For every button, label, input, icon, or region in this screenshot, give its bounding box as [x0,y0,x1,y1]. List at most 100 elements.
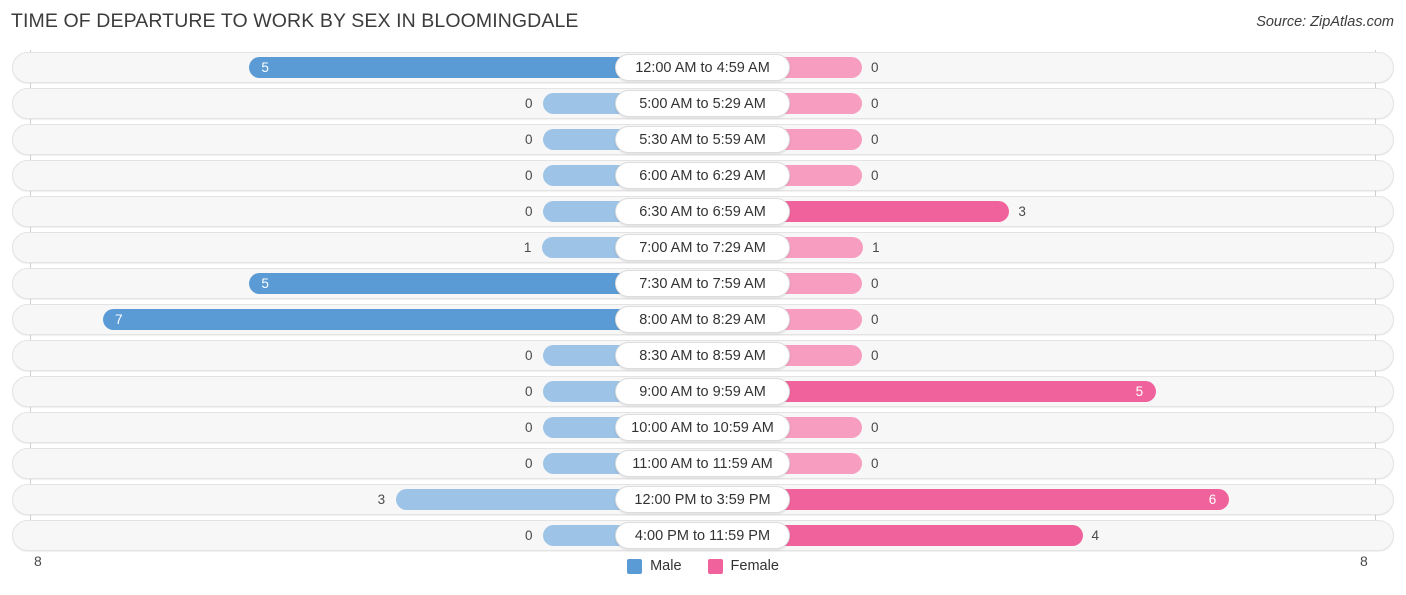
legend-swatch-icon [627,558,643,574]
male-bar[interactable] [249,273,621,294]
legend-swatch-icon [707,558,723,574]
category-label-pill: 7:00 AM to 7:29 AM [615,234,790,261]
male-value-label: 3 [377,492,386,507]
category-label-pill: 6:30 AM to 6:59 AM [615,198,790,225]
female-value-label: 3 [1018,204,1026,219]
male-value-label: 5 [261,60,269,75]
category-label: 4:00 PM to 11:59 PM [634,527,771,544]
category-label: 11:00 AM to 11:59 AM [632,455,773,472]
female-value-label: 0 [871,96,879,111]
chart-row: 0 3 6:30 AM to 6:59 AM [0,194,1406,230]
male-value-label: 0 [525,456,533,471]
female-bar[interactable] [784,525,1083,546]
category-label: 7:00 AM to 7:29 AM [639,239,766,256]
category-label-pill: 5:30 AM to 5:59 AM [615,126,790,153]
male-bar[interactable] [249,57,621,78]
male-bar[interactable] [543,345,621,366]
female-value-label: 1 [872,240,880,255]
source-attribution: Source: ZipAtlas.com [1256,14,1394,30]
chart-row: 7 0 8:00 AM to 8:29 AM [0,302,1406,338]
category-label-pill: 8:00 AM to 8:29 AM [615,306,790,333]
female-value-label: 0 [871,132,879,147]
female-bar[interactable] [784,309,862,330]
male-value-label: 0 [525,204,533,219]
legend-label: Male [650,558,682,574]
chart-plot-area: 5 0 12:00 AM to 4:59 AM 0 0 5:00 AM to 5:29 A… [0,46,1406,553]
chart-row: 0 0 6:00 AM to 6:29 AM [0,158,1406,194]
male-value-label: 1 [523,240,532,255]
male-value-label: 0 [525,348,533,363]
chart-row: 0 0 11:00 AM to 11:59 AM [0,446,1406,482]
female-value-label: 0 [871,168,879,183]
male-value-label: 0 [525,132,533,147]
female-bar[interactable] [784,453,862,474]
category-label: 8:30 AM to 8:59 AM [639,347,766,364]
female-bar[interactable] [784,57,862,78]
male-bar[interactable] [543,453,621,474]
category-label: 6:00 AM to 6:29 AM [639,167,766,184]
male-value-label: 0 [525,96,533,111]
male-value-label: 0 [525,420,533,435]
category-label-pill: 6:00 AM to 6:29 AM [615,162,790,189]
chart-row: 0 5 9:00 AM to 9:59 AM [0,374,1406,410]
chart-row: 0 0 5:30 AM to 5:59 AM [0,122,1406,158]
male-value-label: 0 [525,528,533,543]
female-bar[interactable] [784,345,862,366]
female-bar[interactable] [784,381,1156,402]
female-bar[interactable] [784,417,862,438]
female-bar[interactable] [784,201,1010,222]
category-label: 9:00 AM to 9:59 AM [639,383,766,400]
category-label-pill: 10:00 AM to 10:59 AM [615,414,790,441]
female-value-label: 0 [871,420,879,435]
chart-row: 0 0 8:30 AM to 8:59 AM [0,338,1406,374]
male-bar[interactable] [543,93,621,114]
category-label: 5:00 AM to 5:29 AM [639,95,766,112]
female-bar[interactable] [784,489,1229,510]
legend-item-male[interactable]: Male [627,558,682,574]
male-bar[interactable] [543,201,621,222]
chart-row: 0 0 5:00 AM to 5:29 AM [0,86,1406,122]
female-value-label: 0 [871,276,879,291]
chart-row: 0 4 4:00 PM to 11:59 PM [0,518,1406,554]
chart-header: TIME OF DEPARTURE TO WORK BY SEX IN BLOO… [0,0,1406,46]
female-bar[interactable] [784,93,862,114]
male-bar[interactable] [543,525,621,546]
chart-row: 5 0 12:00 AM to 4:59 AM [0,50,1406,86]
male-bar[interactable] [543,129,621,150]
chart-row: 5 0 7:30 AM to 7:59 AM [0,266,1406,302]
chart-legend: Male Female [0,558,1406,574]
category-label: 7:30 AM to 7:59 AM [639,275,766,292]
category-label: 10:00 AM to 10:59 AM [631,419,774,436]
male-bar[interactable] [543,417,621,438]
page-title: TIME OF DEPARTURE TO WORK BY SEX IN BLOO… [11,10,579,32]
category-label-pill: 7:30 AM to 7:59 AM [615,270,790,297]
chart-rows: 5 0 12:00 AM to 4:59 AM 0 0 5:00 AM to 5:29 A… [0,50,1406,554]
male-bar[interactable] [543,165,621,186]
male-bar[interactable] [541,237,621,258]
female-bar[interactable] [784,237,864,258]
category-label-pill: 8:30 AM to 8:59 AM [615,342,790,369]
male-bar[interactable] [543,381,621,402]
category-label-pill: 5:00 AM to 5:29 AM [615,90,790,117]
chart-row: 3 6 12:00 PM to 3:59 PM [0,482,1406,518]
female-bar[interactable] [784,165,862,186]
male-bar[interactable] [103,309,621,330]
male-value-label: 0 [525,168,533,183]
category-label: 5:30 AM to 5:59 AM [639,131,766,148]
female-bar[interactable] [784,129,862,150]
female-value-label: 6 [1208,492,1217,507]
category-label-pill: 12:00 PM to 3:59 PM [615,486,790,513]
legend-item-female[interactable]: Female [707,558,779,574]
category-label: 12:00 PM to 3:59 PM [634,491,771,508]
female-value-label: 0 [871,60,879,75]
female-bar[interactable] [784,273,862,294]
category-label-pill: 9:00 AM to 9:59 AM [615,378,790,405]
male-value-label: 7 [115,312,123,327]
male-value-label: 5 [261,276,269,291]
female-value-label: 0 [871,348,879,363]
category-label-pill: 11:00 AM to 11:59 AM [615,450,790,477]
female-value-label: 5 [1135,384,1144,399]
male-bar[interactable] [395,489,621,510]
category-label: 12:00 AM to 4:59 AM [635,59,770,76]
male-value-label: 0 [525,384,533,399]
